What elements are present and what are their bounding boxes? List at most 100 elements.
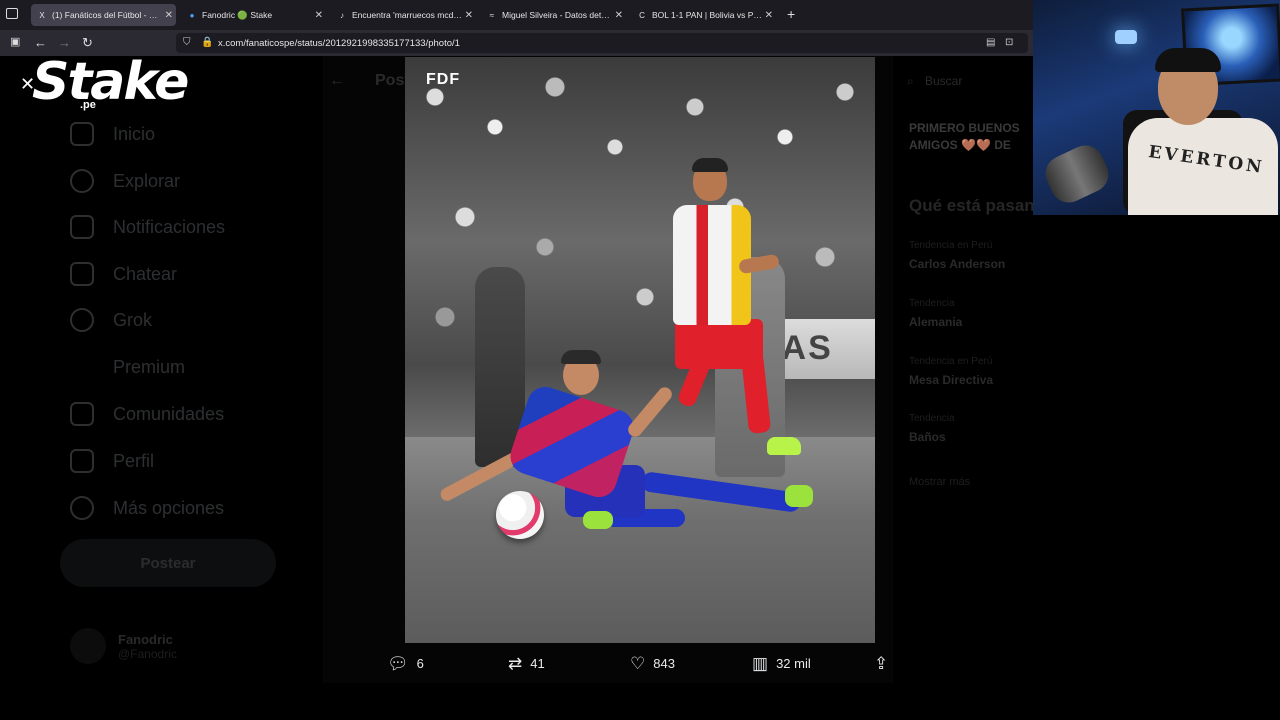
post-button: Postear xyxy=(60,539,276,587)
microphone xyxy=(1039,139,1115,209)
stake-logo: Stake xyxy=(32,52,189,112)
x-logo-icon xyxy=(70,355,94,379)
fdf-watermark: FDF xyxy=(426,71,461,88)
views-button[interactable]: ▥ 32 mil xyxy=(752,655,811,672)
tab-bol-pan[interactable]: C BOL 1-1 PAN | Bolivia vs Panam ✕ xyxy=(631,4,776,26)
twitch-favicon-icon: ● xyxy=(189,10,195,20)
player-boot xyxy=(767,437,801,455)
streamer-webcam: EVERTON xyxy=(1033,0,1280,215)
reply-count: 6 xyxy=(416,656,424,671)
player-boot xyxy=(583,511,613,529)
grok-icon xyxy=(70,308,94,332)
sidebar-item-mas-opciones: Más opciones xyxy=(70,496,224,520)
repost-icon: ⇄ xyxy=(508,654,523,673)
player-boot xyxy=(785,485,813,507)
browser-tab-bar: X (1) Fanáticos del Fútbol - Perú e ✕ ● … xyxy=(0,0,1033,30)
repost-button[interactable]: ⇄ 41 xyxy=(508,655,545,672)
sidebar-item-label: Premium xyxy=(113,356,186,377)
ceiling-light xyxy=(1115,30,1137,44)
sidebar-item-chatear: Chatear xyxy=(70,262,177,286)
new-tab-icon[interactable]: + xyxy=(787,6,795,22)
like-button[interactable]: ♡ 843 xyxy=(630,655,675,672)
post-photo[interactable]: RAS FDF xyxy=(405,57,875,643)
search-icon: ⌕ xyxy=(907,74,914,88)
sidebar-item-label: Notificaciones xyxy=(113,216,226,237)
sidebar-item-inicio: Inicio xyxy=(70,122,155,146)
sidebar-item-label: Explorar xyxy=(113,170,181,191)
streamer-hair xyxy=(1155,48,1221,72)
close-tab-icon[interactable]: ✕ xyxy=(465,10,473,21)
sidebar-item-premium: Premium xyxy=(70,355,185,379)
tab-title: BOL 1-1 PAN | Bolivia vs Panam xyxy=(652,10,764,20)
sidebar-item-notificaciones: Notificaciones xyxy=(70,215,225,239)
site-favicon-icon: C xyxy=(639,10,645,20)
back-icon[interactable]: ← xyxy=(34,35,47,50)
repost-count: 41 xyxy=(530,656,545,671)
address-bar[interactable]: ⛉ 🔒 x.com/fanaticospe/status/20129219983… xyxy=(176,33,1028,53)
search-input: Buscar xyxy=(925,74,963,88)
tab-fanaticos[interactable]: X (1) Fanáticos del Fútbol - Perú e ✕ xyxy=(31,4,176,26)
search-icon xyxy=(70,169,94,193)
sidebar-item-grok: Grok xyxy=(70,308,152,332)
reload-icon[interactable]: ↻ xyxy=(82,35,93,51)
tiktok-favicon-icon: ♪ xyxy=(340,10,344,20)
mail-icon xyxy=(70,262,94,286)
tab-list-icon[interactable] xyxy=(6,8,18,19)
stake-logo-suffix: .pe xyxy=(80,99,96,111)
right-column: ⌕ Buscar PRIMERO BUENOS AMIGOS 🤎🤎 DE Qué… xyxy=(895,56,1055,720)
tab-title: Encuentra 'marruecos mcdonal xyxy=(352,10,464,20)
player-hair xyxy=(692,158,728,172)
trend-context: Tendencia xyxy=(909,413,955,424)
trend-context: Tendencia en Perú xyxy=(909,356,993,367)
sidebar-item-comunidades: Comunidades xyxy=(70,402,224,426)
close-tab-icon[interactable]: ✕ xyxy=(315,10,323,21)
tab-miguel-silveira[interactable]: ≈ Miguel Silveira - Datos detallad ✕ xyxy=(481,4,626,26)
sidebar-item-label: Chatear xyxy=(113,263,178,284)
close-tab-icon[interactable]: ✕ xyxy=(765,10,773,21)
sidebar-item-label: Comunidades xyxy=(113,403,225,424)
trend-context: Tendencia en Perú xyxy=(909,240,993,251)
url-text[interactable]: x.com/fanaticospe/status/201292199833517… xyxy=(218,38,460,49)
screenshot-icon[interactable]: ⊡ xyxy=(1005,37,1013,48)
trend-name: Alemania xyxy=(909,315,963,329)
trend-name: Carlos Anderson xyxy=(909,257,1006,271)
back-arrow-icon: ← xyxy=(329,72,345,89)
tab-title: (1) Fanáticos del Fútbol - Perú e xyxy=(52,10,162,20)
share-icon: ⇪ xyxy=(874,654,889,673)
show-more-link: Mostrar más xyxy=(909,476,971,488)
sidebar-item-label: Grok xyxy=(113,309,153,330)
views-count: 32 mil xyxy=(776,656,811,671)
trend-name: Baños xyxy=(909,430,946,444)
player-hair xyxy=(561,350,601,364)
sidebar-item-label: Inicio xyxy=(113,123,156,144)
shield-icon[interactable]: ⛉ xyxy=(183,37,191,48)
heart-icon: ♡ xyxy=(630,654,646,673)
reply-icon: 💬︎ xyxy=(387,654,409,673)
close-tab-icon[interactable]: ✕ xyxy=(165,10,173,21)
forward-icon[interactable]: → xyxy=(58,35,71,50)
snippet-text: PRIMERO BUENOS AMIGOS 🤎🤎 DE xyxy=(909,121,1020,152)
reply-button[interactable]: 💬︎ 6 xyxy=(387,655,424,672)
site-favicon-icon: ≈ xyxy=(489,10,495,20)
sidebar-toggle-icon[interactable]: ▣ xyxy=(10,35,20,48)
share-button[interactable]: ⇪ xyxy=(874,655,896,672)
like-count: 843 xyxy=(653,656,675,671)
tab-fanodric[interactable]: ● Fanodric 🟢 Stake ✕ xyxy=(181,4,326,26)
lock-icon[interactable]: 🔒 xyxy=(201,37,213,48)
post-actions-bar: 💬︎ 6 ⇄ 41 ♡ 843 ▥ 32 mil ⇪ xyxy=(0,645,1033,685)
sidebar-item-explorar: Explorar xyxy=(70,169,180,193)
close-tab-icon[interactable]: ✕ xyxy=(615,10,623,21)
sidebar-item-perfil: Perfil xyxy=(70,449,154,473)
x-favicon-icon: X xyxy=(39,10,45,20)
views-chart-icon: ▥ xyxy=(752,654,769,673)
bell-icon xyxy=(70,215,94,239)
trend-name: Mesa Directiva xyxy=(909,373,994,387)
reader-view-icon[interactable]: ▤ xyxy=(986,37,995,48)
tab-title: Fanodric 🟢 Stake xyxy=(202,9,273,20)
sidebar-item-label: Perfil xyxy=(113,450,155,471)
tab-tiktok[interactable]: ♪ Encuentra 'marruecos mcdonal ✕ xyxy=(331,4,476,26)
soccer-ball xyxy=(496,491,544,539)
home-icon xyxy=(70,122,94,146)
sidebar-item-label: Más opciones xyxy=(113,497,225,518)
user-icon xyxy=(70,449,94,473)
